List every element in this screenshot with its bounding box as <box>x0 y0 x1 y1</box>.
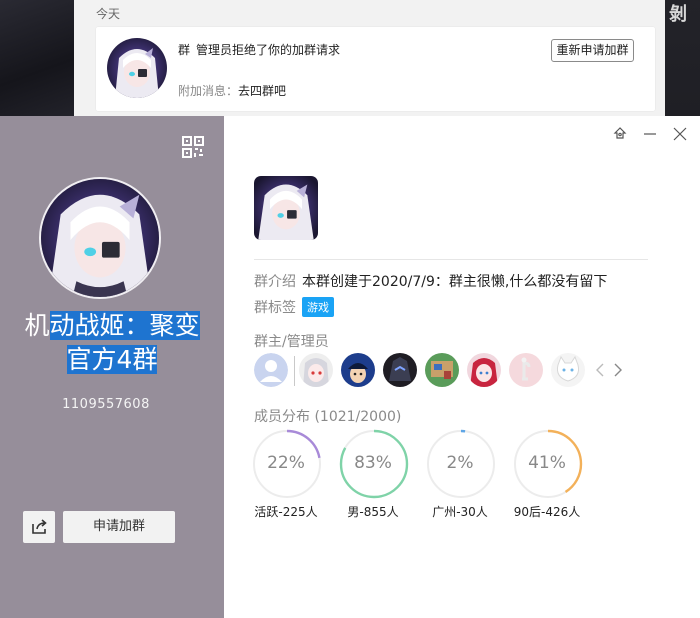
profile-right-pane: 群介绍 本群创建于2020/7/9：群主很懒,什么都没有留下 群标签 游戏 群主/管… <box>224 116 700 618</box>
qr-code-icon[interactable] <box>181 135 205 159</box>
notification-window: 今天 群管理员拒绝了你的加群请求 重新申请加群 附加消息：去四群吧 <box>74 0 665 116</box>
notification-day-label: 今天 <box>96 7 121 21</box>
notification-extra-value: 去四群吧 <box>238 84 287 98</box>
stat-percent: 2% <box>446 453 474 473</box>
minimize-icon[interactable] <box>642 126 658 142</box>
share-button[interactable] <box>23 511 55 543</box>
notification-title: 群管理员拒绝了你的加群请求 <box>178 41 340 58</box>
red-hair-avatar[interactable] <box>467 353 501 387</box>
next-admins-icon[interactable] <box>611 362 625 378</box>
notification-extra-label: 附加消息： <box>178 84 239 98</box>
notification-card[interactable]: 群管理员拒绝了你的加群请求 重新申请加群 附加消息：去四群吧 <box>96 27 655 111</box>
background-left <box>0 0 74 116</box>
group-name-selected: 动战姬：聚变 <box>49 311 200 340</box>
admins-title: 群主/管理员 <box>254 334 329 350</box>
stat-percent: 22% <box>267 453 305 473</box>
prev-admins-icon[interactable] <box>593 362 607 378</box>
stat-label: 活跃-225人 <box>254 505 318 519</box>
notification-group-avatar[interactable] <box>107 38 167 98</box>
silver-hair-avatar[interactable] <box>299 353 333 387</box>
reapply-button[interactable]: 重新申请加群 <box>551 39 634 62</box>
group-tag-label: 群标签 <box>254 300 296 316</box>
notification-message: 管理员拒绝了你的加群请求 <box>196 43 341 57</box>
notification-extra: 附加消息：去四群吧 <box>178 82 286 99</box>
stat-label: 男-855人 <box>347 505 399 519</box>
dark-mech-avatar[interactable] <box>383 353 417 387</box>
group-name-prefix: 机 <box>24 311 50 340</box>
stat-percent: 41% <box>528 453 566 473</box>
stat-active[interactable]: 22% 活跃-225人 <box>252 429 322 519</box>
stat-label: 90后-426人 <box>513 505 581 519</box>
stat-male[interactable]: 83% 男-855人 <box>339 429 409 519</box>
pink-doll-avatar[interactable] <box>509 353 543 387</box>
group-tag-chip[interactable]: 游戏 <box>302 297 334 317</box>
group-intro-value: 本群创建于2020/7/9：群主很懒,什么都没有留下 <box>302 274 608 290</box>
group-name: 机动战姬：聚变 官方4群 <box>0 309 224 377</box>
white-cat-avatar[interactable] <box>551 353 585 387</box>
pixel-art-avatar[interactable] <box>425 353 459 387</box>
pin-icon[interactable] <box>612 126 628 142</box>
group-intro-label: 群介绍 <box>254 274 296 290</box>
stat-guangzhou[interactable]: 2% 广州-30人 <box>426 429 496 519</box>
distribution-title: 成员分布 (1021/2000) <box>254 409 402 425</box>
apply-join-button[interactable]: 申请加群 <box>63 511 175 543</box>
admin-separator <box>294 356 295 386</box>
blue-cap-avatar[interactable] <box>341 353 375 387</box>
stat-percent: 83% <box>354 453 392 473</box>
background-corner-text: 剝 <box>669 4 687 25</box>
share-icon <box>32 519 47 534</box>
group-profile-window: 机动战姬：聚变 官方4群 1109557608 申请加群 群介绍 本群创建于20… <box>0 116 700 618</box>
group-intro-row: 群介绍 本群创建于2020/7/9：群主很懒,什么都没有留下 <box>254 271 607 291</box>
group-id: 1109557608 <box>62 397 150 412</box>
group-tag-row: 群标签 游戏 <box>254 297 334 317</box>
default-user-icon[interactable] <box>254 353 288 387</box>
divider <box>254 259 648 260</box>
group-avatar-small <box>254 176 318 240</box>
stat-post-90s[interactable]: 41% 90后-426人 <box>513 429 583 519</box>
profile-left-pane: 机动战姬：聚变 官方4群 1109557608 申请加群 <box>0 116 224 618</box>
notification-group-word: 群 <box>178 43 191 57</box>
stat-label: 广州-30人 <box>432 505 488 519</box>
close-icon[interactable] <box>672 126 688 142</box>
group-avatar[interactable] <box>39 177 161 299</box>
group-name-line2: 官方4群 <box>66 345 158 374</box>
